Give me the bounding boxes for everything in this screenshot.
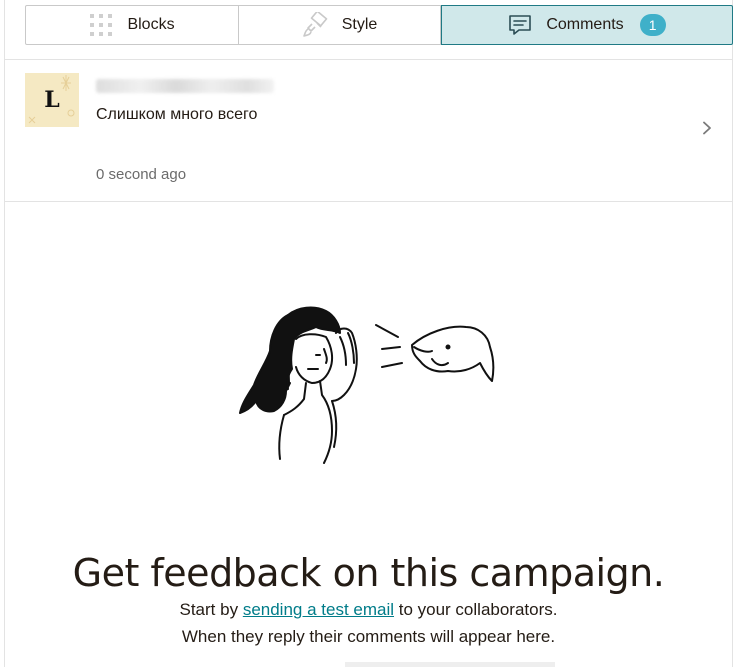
empty-state-note: When they reply their comments will appe… [181,627,556,646]
comment-list-item[interactable]: L Слишком много всего 0 second ago [5,60,732,202]
chevron-right-icon[interactable] [702,121,712,135]
comment-count-badge: 1 [639,14,666,36]
tab-comments[interactable]: Comments 1 [441,5,733,45]
tab-blocks[interactable]: Blocks [25,5,239,45]
editor-tab-bar: Blocks Style Comments 1 [25,5,733,45]
instruction-suffix: to your collaborators. [394,600,558,619]
avatar-initial: L [44,87,60,113]
grid-dots-icon [89,13,113,37]
tab-style-label: Style [341,16,378,33]
empty-state-title: Get feedback on this campaign. [72,551,665,595]
tab-blocks-label: Blocks [127,16,175,33]
comment-text: Слишком много всего [96,106,258,123]
redacted-commenter-email [96,79,274,93]
tab-style[interactable]: Style [239,5,441,45]
instruction-prefix: Start by [179,600,243,619]
bottom-scroll-shadow [345,662,555,667]
person-listening-to-dog-illustration [236,303,500,467]
empty-state-instruction: Start by sending a test email to your co… [0,600,737,620]
avatar: L [25,73,79,127]
send-test-email-link[interactable]: sending a test email [243,600,394,619]
paint-brush-icon [302,10,328,38]
tab-comments-label: Comments [546,16,624,33]
comment-icon [508,13,532,37]
comment-timestamp: 0 second ago [96,166,187,183]
